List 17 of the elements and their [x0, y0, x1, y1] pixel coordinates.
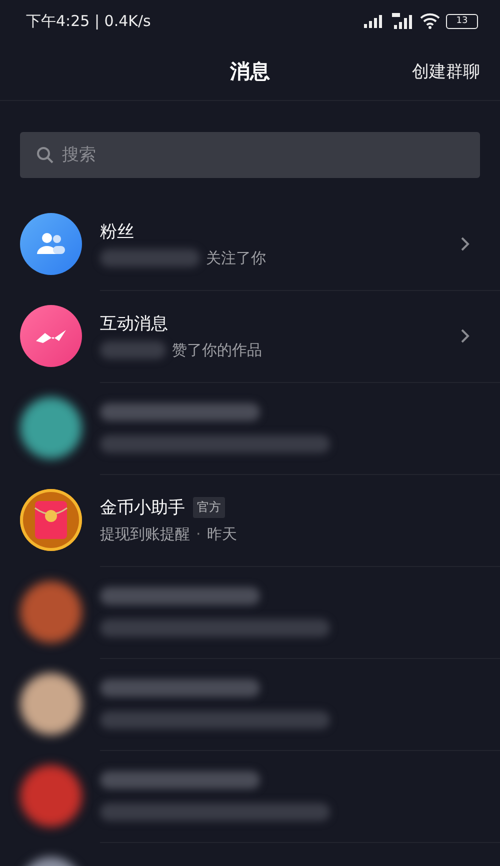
- official-tag: 官方: [193, 496, 225, 518]
- conversation-title: 金币小助手: [100, 496, 185, 518]
- page-title: 消息: [230, 58, 270, 84]
- status-time: 下午4:25 | 0.4K/s: [26, 12, 151, 30]
- conversation-preview: 关注了你: [206, 248, 266, 268]
- message-time: 昨天: [206, 524, 237, 544]
- search-field[interactable]: 搜索: [20, 132, 480, 178]
- create-group-link[interactable]: 创建群聊: [412, 60, 480, 82]
- dot-separator: ·: [196, 525, 201, 543]
- conversation-title: 粉丝: [100, 220, 135, 242]
- conversation-preview: 提现到账提醒: [100, 524, 190, 544]
- conversation-item[interactable]: 互动消息 赞了你的作品: [0, 290, 500, 382]
- conversation-title: 互动消息: [100, 312, 169, 334]
- conversation-item[interactable]: 金币小助手 官方 提现到账提醒 · 昨天: [0, 474, 500, 566]
- conversation-preview: 赞了你的作品: [172, 340, 262, 360]
- battery-indicator: 13: [446, 14, 478, 28]
- conversation-item[interactable]: 粉丝 关注了你: [0, 198, 500, 290]
